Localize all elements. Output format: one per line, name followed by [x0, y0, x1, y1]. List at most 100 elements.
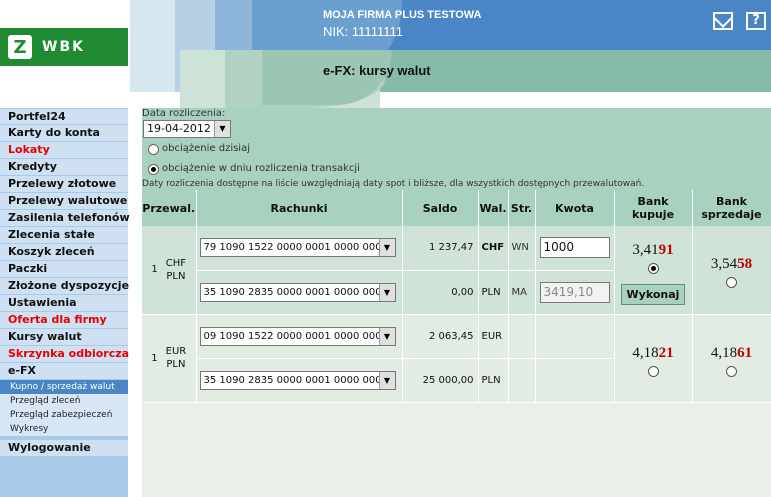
- amount-input[interactable]: 1000: [539, 237, 610, 259]
- company-name: MOJA FIRMA PLUS TESTOWA: [323, 9, 482, 21]
- bank-buys-cell: 3,4191 Wykonaj: [614, 226, 693, 315]
- settlement-date-select[interactable]: 19-04-2012 ▼: [143, 120, 231, 138]
- balance-cell: 2 063,45: [402, 314, 479, 359]
- sell-rate-main: 3,54: [710, 256, 738, 273]
- sidebar-item-e-fx[interactable]: e-FX: [0, 363, 128, 380]
- sidebar-item-kredyty[interactable]: Kredyty: [0, 159, 128, 176]
- side-cell: MA: [508, 270, 536, 315]
- pair-cell: 1 CHF PLN: [142, 226, 197, 315]
- bank-sells-cell: 4,1861: [692, 314, 771, 403]
- currency-cell: PLN: [478, 270, 509, 315]
- buy-rate-radio[interactable]: [647, 263, 659, 275]
- pair-currency-1: CHF: [165, 257, 187, 269]
- chevron-down-icon[interactable]: ▼: [378, 327, 395, 345]
- sidebar-subitem-kupno-sprzeda-walut[interactable]: Kupno / sprzedaż walut: [0, 380, 128, 394]
- settlement-date-value: 19-04-2012: [147, 122, 211, 135]
- pair-wrapper: 1 CHF PLN: [142, 257, 196, 283]
- sell-rate-radio[interactable]: [726, 277, 737, 289]
- chevron-down-icon[interactable]: ▼: [378, 371, 395, 389]
- currency-pair: EUR PLN: [164, 345, 187, 371]
- mail-icon[interactable]: [713, 12, 733, 30]
- sidebar-item-ustawienia[interactable]: Ustawienia: [0, 295, 128, 312]
- col-header-kwota: Kwota: [535, 190, 615, 226]
- sidebar-item-logout[interactable]: Wylogowanie: [0, 440, 128, 457]
- sidebar-subitem-przegl-d-zlece-[interactable]: Przegląd zleceń: [0, 394, 128, 408]
- bank-logo[interactable]: Z WBK: [0, 28, 128, 66]
- pair-cell: 1 EUR PLN: [142, 314, 197, 403]
- sidebar-item-lokaty[interactable]: Lokaty: [0, 142, 128, 159]
- side-cell: [508, 358, 536, 403]
- chevron-down-icon[interactable]: ▼: [378, 283, 395, 301]
- balance-cell: 25 000,00: [402, 358, 479, 403]
- sidebar-item-paczki[interactable]: Paczki: [0, 261, 128, 278]
- col-header-str: Str.: [508, 190, 536, 226]
- buy-rate-main: 4,18: [632, 344, 659, 361]
- account-cell: 79 1090 1522 0000 0001 0000 0001 ▼: [196, 226, 403, 271]
- sidebar-item-przelewy-walutowe[interactable]: Przelewy walutowe: [0, 193, 128, 210]
- account-number: 09 1090 1522 0000 0001 0000 0001: [203, 330, 389, 342]
- account-select[interactable]: 35 1090 2835 0000 0001 0000 0001 ▼: [199, 282, 396, 302]
- balance-cell: 1 237,47: [402, 226, 479, 271]
- sidebar-item-zlecenia-sta-e[interactable]: Zlecenia stałe: [0, 227, 128, 244]
- sidebar-item-przelewy-z-otowe[interactable]: Przelewy złotowe: [0, 176, 128, 193]
- sidebar-item-kursy-walut[interactable]: Kursy walut: [0, 329, 128, 346]
- side-cell: [508, 314, 536, 359]
- sidebar-item-zasilenia-telefon-w[interactable]: Zasilenia telefonów: [0, 210, 130, 227]
- bank-kupuje-line1: Bank: [637, 195, 669, 208]
- pair-index: 1: [151, 352, 158, 364]
- chevron-down-icon[interactable]: ▼: [378, 239, 395, 257]
- sidebar-item-oferta-dla-firmy[interactable]: Oferta dla firmy: [0, 312, 128, 329]
- chevron-down-icon[interactable]: ▼: [214, 121, 230, 137]
- settlement-panel: Data rozliczenia: 19-04-2012 ▼ obciążeni…: [142, 108, 771, 190]
- buy-rate-radio[interactable]: [647, 365, 659, 377]
- pair-currency-1: EUR: [165, 346, 187, 357]
- settlement-date-label: Data rozliczenia:: [142, 108, 226, 119]
- currency-cell: PLN: [478, 358, 509, 403]
- sell-rate: 3,5458: [693, 256, 771, 273]
- sidebar-item-portfel24[interactable]: Portfel24: [0, 108, 128, 125]
- amount-cell: 1000: [535, 226, 615, 271]
- currency-pair: CHF PLN: [164, 257, 186, 283]
- account-number: 79 1090 1522 0000 0001 0000 0001: [203, 242, 389, 254]
- buy-rate-tail: 91: [658, 242, 674, 259]
- logo-text: WBK: [42, 39, 85, 55]
- bank-sells-cell: 3,5458: [692, 226, 771, 315]
- account-number: 35 1090 2835 0000 0001 0000 0001: [203, 286, 389, 298]
- sidebar-item-z-o-one-dyspozycje[interactable]: Złożone dyspozycje: [0, 278, 129, 295]
- sidebar-menu: Portfel24 Karty do konta Lokaty Kredyty Prze…: [0, 108, 130, 497]
- col-header-rachunki: Rachunki: [196, 190, 403, 226]
- radio-charge-today[interactable]: [148, 144, 159, 155]
- pair-index: 1: [151, 264, 158, 276]
- amount-input: 3419,10: [539, 281, 610, 303]
- side-cell: WN: [508, 226, 536, 271]
- buy-rate: 3,4191: [615, 242, 692, 259]
- buy-rate-tail: 21: [658, 344, 674, 361]
- sidebar-nav: Portfel24 Karty do konta Lokaty Kredyty Prze…: [0, 108, 130, 457]
- buy-rate-main: 3,41: [632, 242, 659, 259]
- sidebar-item-koszyk-zlece-[interactable]: Koszyk zleceń: [0, 244, 128, 261]
- company-nik: NIK: 11111111: [323, 24, 403, 39]
- sidebar-subitem-przegl-d-zabezpiecze-[interactable]: Przegląd zabezpieczeń: [0, 408, 128, 422]
- account-select[interactable]: 79 1090 1522 0000 0001 0000 0001 ▼: [199, 238, 396, 258]
- sidebar-item-skrzynka-odbiorcza[interactable]: Skrzynka odbiorcza: [0, 346, 129, 363]
- help-icon[interactable]: ?: [746, 12, 766, 30]
- sidebar-subitem-wykresy[interactable]: Wykresy: [0, 422, 128, 436]
- col-header-saldo: Saldo: [402, 190, 479, 226]
- amount-cell: [535, 358, 615, 403]
- buy-rate: 4,1821: [615, 345, 692, 362]
- col-header-wal: Wal.: [478, 190, 509, 226]
- col-header-przewal: Przewal.: [142, 190, 197, 226]
- account-select[interactable]: 35 1090 2835 0000 0001 0000 0001 ▼: [199, 370, 396, 390]
- radio-charge-settlement[interactable]: [148, 164, 159, 175]
- radio-charge-settlement-label: obciążenie w dniu rozliczenia transakcji: [162, 163, 360, 174]
- logo-mark-icon: Z: [8, 35, 32, 59]
- execute-button[interactable]: Wykonaj: [620, 284, 686, 306]
- page-title: e-FX: kursy walut: [323, 63, 431, 78]
- sell-rate: 4,1861: [693, 345, 771, 362]
- sidebar-item-karty-do-konta[interactable]: Karty do konta: [0, 125, 128, 142]
- col-header-bank-kupuje: Bank kupuje: [614, 190, 693, 226]
- bank-kupuje-line2: kupuje: [631, 208, 675, 221]
- main-content: Data rozliczenia: 19-04-2012 ▼ obciążeni…: [142, 108, 771, 497]
- account-select[interactable]: 09 1090 1522 0000 0001 0000 0001 ▼: [199, 326, 396, 346]
- sell-rate-radio[interactable]: [726, 365, 737, 377]
